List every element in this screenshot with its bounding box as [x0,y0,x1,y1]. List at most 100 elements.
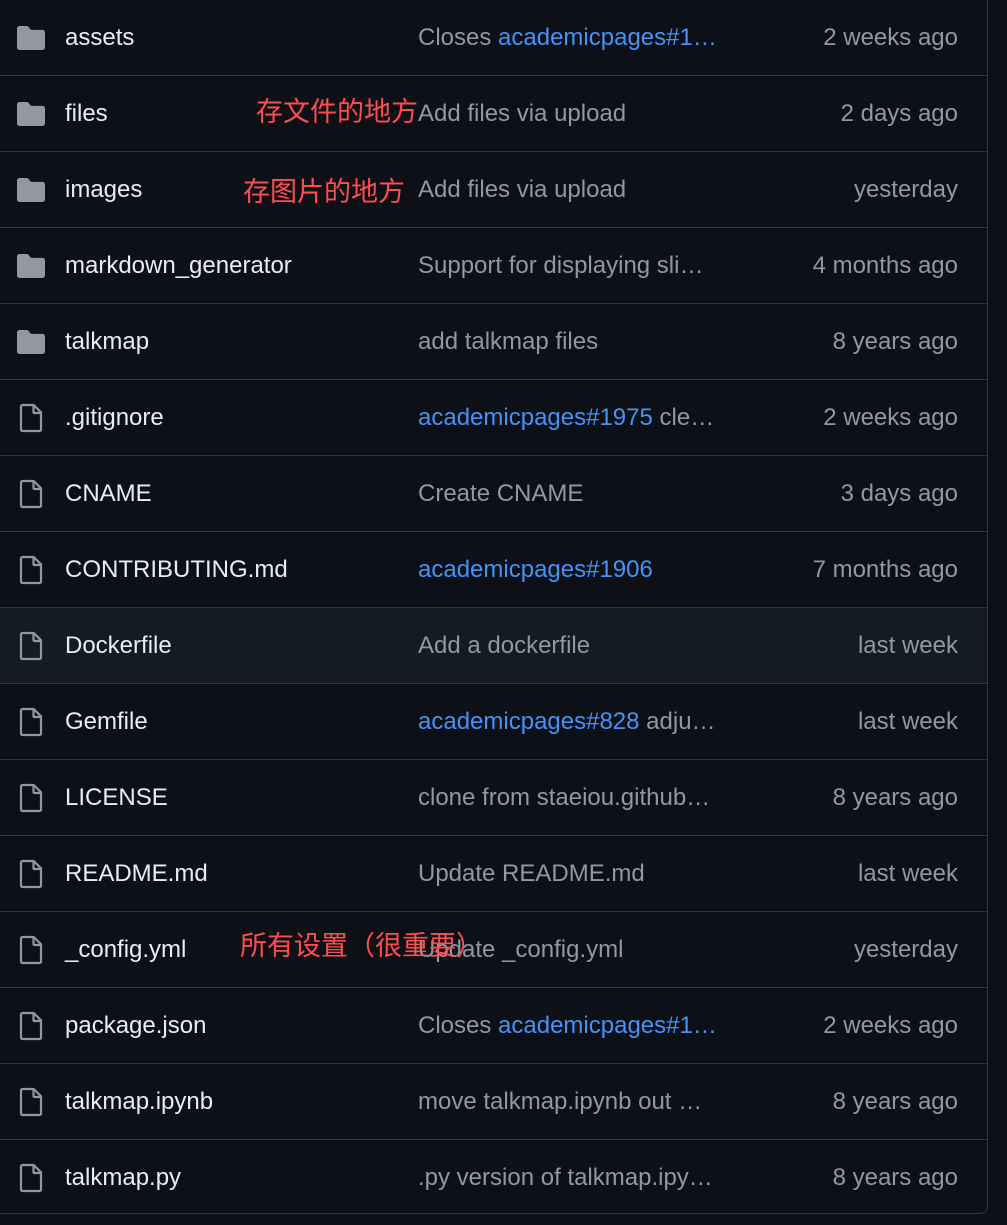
commit-age: 8 years ago [832,1164,958,1191]
commit-age: 8 years ago [832,328,958,355]
commit-issue-link[interactable]: academicpages#828 [418,708,640,735]
folder-icon [15,22,47,54]
commit-text[interactable]: Update README.md [418,860,645,887]
table-row-folder-images[interactable]: images Add files via upload yesterday [0,152,987,228]
commit-age: 2 days ago [840,100,958,127]
folder-icon [15,174,47,206]
folder-icon [15,326,47,358]
commit-issue-link[interactable]: academicpages#1… [498,24,717,51]
commit-text[interactable]: Add a dockerfile [418,632,590,659]
file-icon [15,782,47,814]
file-name[interactable]: LICENSE [65,760,168,836]
commit-text[interactable]: add talkmap files [418,328,598,355]
folder-icon [15,98,47,130]
commit-text[interactable]: Create CNAME [418,480,583,507]
file-icon [15,1162,47,1194]
commit-age: 7 months ago [812,556,958,583]
commit-message: clone from staeiou.github… [418,760,736,836]
commit-message: Add files via upload [418,76,736,152]
file-name[interactable]: _config.yml [65,912,186,988]
commit-text-suffix[interactable]: adju… [640,708,715,735]
commit-text-suffix[interactable]: cle… [653,404,715,431]
table-row-file-dockerfile[interactable]: Dockerfile Add a dockerfile last week [0,608,987,684]
table-row-file-cname[interactable]: CNAME Create CNAME 3 days ago [0,456,987,532]
commit-text[interactable]: Add files via upload [418,100,626,127]
file-name[interactable]: CONTRIBUTING.md [65,532,288,608]
commit-issue-link[interactable]: academicpages#1906 [418,556,653,583]
commit-message: academicpages#828 adju… [418,684,736,760]
file-name[interactable]: package.json [65,988,206,1064]
table-row-file-license[interactable]: LICENSE clone from staeiou.github… 8 yea… [0,760,987,836]
commit-message: Support for displaying sli… [418,228,736,304]
file-name[interactable]: talkmap [65,304,149,380]
commit-text[interactable]: Closes [418,1012,498,1039]
table-row-file-gitignore[interactable]: .gitignore academicpages#1975 cle… 2 wee… [0,380,987,456]
commit-text[interactable]: Add files via upload [418,176,626,203]
commit-message: move talkmap.ipynb out … [418,1064,736,1140]
commit-age: 8 years ago [832,784,958,811]
file-table: assets Closes academicpages#1… 2 weeks a… [0,0,988,1214]
commit-message: add talkmap files [418,304,736,380]
file-name[interactable]: Gemfile [65,684,148,760]
commit-message: Create CNAME [418,456,736,532]
commit-text[interactable]: clone from staeiou.github… [418,784,710,811]
commit-text[interactable]: Closes [418,24,498,51]
commit-message: Closes academicpages#1… [418,0,736,76]
commit-age: 2 weeks ago [823,24,958,51]
commit-age: last week [857,708,958,735]
file-icon [15,1086,47,1118]
file-name[interactable]: talkmap.ipynb [65,1064,213,1140]
commit-age: yesterday [853,936,958,963]
annotation-images: 存图片的地方 [243,177,405,208]
commit-age: 4 months ago [812,252,958,279]
file-icon [15,706,47,738]
commit-message: Update README.md [418,836,736,912]
file-icon [15,630,47,662]
table-row-file-gemfile[interactable]: Gemfile academicpages#828 adju… last wee… [0,684,987,760]
file-name[interactable]: images [65,152,142,228]
commit-text[interactable]: .py version of talkmap.ipy… [418,1164,713,1191]
commit-issue-link[interactable]: academicpages#1975 [418,404,653,431]
commit-message: Closes academicpages#1… [418,988,736,1064]
commit-text[interactable]: Support for displaying sli… [418,252,703,279]
commit-message: .py version of talkmap.ipy… [418,1140,736,1213]
commit-age: 8 years ago [832,1088,958,1115]
annotation-config: 所有设置（很重要） [240,931,483,962]
table-row-folder-markdown-generator[interactable]: markdown_generator Support for displayin… [0,228,987,304]
annotation-files: 存文件的地方 [256,97,418,128]
folder-icon [15,250,47,282]
commit-age: 3 days ago [840,480,958,507]
commit-issue-link[interactable]: academicpages#1… [498,1012,717,1039]
file-icon [15,402,47,434]
file-name[interactable]: markdown_generator [65,228,292,304]
commit-message: Add files via upload [418,152,736,228]
table-row-folder-assets[interactable]: assets Closes academicpages#1… 2 weeks a… [0,0,987,76]
commit-age: yesterday [853,176,958,203]
table-row-file-readme[interactable]: README.md Update README.md last week [0,836,987,912]
file-icon [15,934,47,966]
file-name[interactable]: README.md [65,836,208,912]
table-row-file-contributing[interactable]: CONTRIBUTING.md academicpages#1906 7 mon… [0,532,987,608]
file-name[interactable]: files [65,76,108,152]
file-name[interactable]: .gitignore [65,380,164,456]
file-name[interactable]: Dockerfile [65,608,172,684]
commit-message: Add a dockerfile [418,608,736,684]
table-row-folder-talkmap[interactable]: talkmap add talkmap files 8 years ago [0,304,987,380]
commit-message: academicpages#1906 [418,532,736,608]
commit-text[interactable]: move talkmap.ipynb out … [418,1088,702,1115]
table-row-file-package-json[interactable]: package.json Closes academicpages#1… 2 w… [0,988,987,1064]
file-icon [15,478,47,510]
file-name[interactable]: assets [65,0,134,76]
table-row-folder-files[interactable]: files Add files via upload 2 days ago [0,76,987,152]
table-row-file-config[interactable]: _config.yml Update _config.yml yesterday [0,912,987,988]
commit-age: 2 weeks ago [823,1012,958,1039]
table-row-file-talkmap-py[interactable]: talkmap.py .py version of talkmap.ipy… 8… [0,1140,987,1213]
file-icon [15,554,47,586]
file-name[interactable]: talkmap.py [65,1140,181,1213]
commit-age: last week [857,860,958,887]
file-icon [15,858,47,890]
commit-message: academicpages#1975 cle… [418,380,736,456]
table-row-file-talkmap-ipynb[interactable]: talkmap.ipynb move talkmap.ipynb out … 8… [0,1064,987,1140]
file-name[interactable]: CNAME [65,456,152,532]
file-icon [15,1010,47,1042]
